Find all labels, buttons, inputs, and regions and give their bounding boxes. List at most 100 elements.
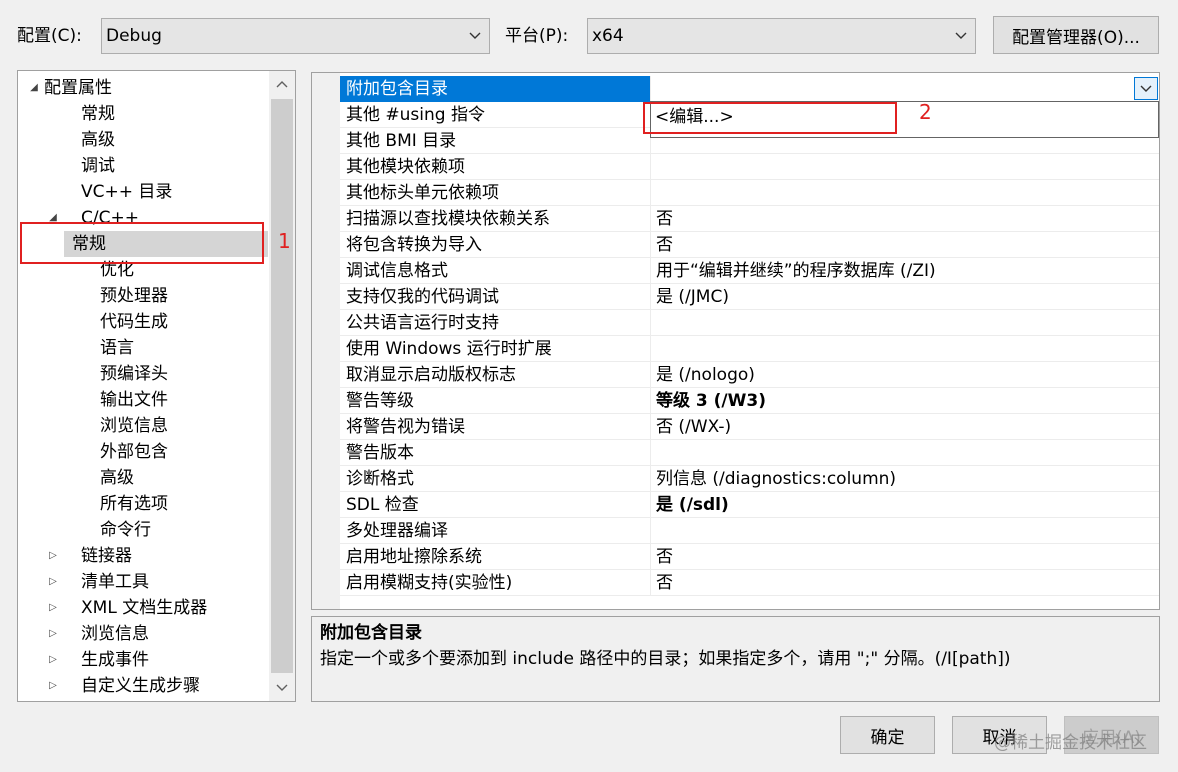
tree-item-label: 外部包含	[100, 442, 168, 462]
tree-item[interactable]: ▷ 链接器	[18, 543, 268, 569]
property-value: 是 (/JMC)	[656, 287, 729, 307]
property-row[interactable]: 附加包含目录	[340, 76, 1159, 102]
property-name: 启用模糊支持(实验性)	[346, 573, 513, 593]
dropdown-toggle-button[interactable]	[1134, 77, 1158, 100]
config-select[interactable]: Debug	[101, 18, 490, 54]
tree-item[interactable]: ▷ 浏览信息	[18, 621, 268, 647]
tree-item[interactable]: ▷ XML 文档生成器	[18, 595, 268, 621]
property-row[interactable]: SDL 检查 是 (/sdl)	[340, 492, 1159, 518]
tree-item[interactable]: 预处理器	[18, 283, 268, 309]
annotation-marker-2: 2	[919, 100, 932, 124]
tree-item[interactable]: 命令行	[18, 517, 268, 543]
property-row[interactable]: 支持仅我的代码调试 是 (/JMC)	[340, 284, 1159, 310]
tree-item-label: 预处理器	[100, 286, 168, 306]
tree-item-label: 调试	[81, 156, 115, 176]
property-row[interactable]: 公共语言运行时支持	[340, 310, 1159, 336]
property-name: 使用 Windows 运行时扩展	[346, 339, 552, 359]
tree-item-label: 所有选项	[100, 494, 168, 514]
column-divider	[650, 336, 651, 362]
description-title: 附加包含目录	[320, 623, 422, 643]
config-manager-button[interactable]: 配置管理器(O)...	[993, 16, 1159, 54]
tree-item[interactable]: 预编译头	[18, 361, 268, 387]
column-divider	[650, 440, 651, 466]
property-row[interactable]: 其他模块依赖项	[340, 154, 1159, 180]
chevron-down-icon	[947, 32, 975, 40]
scroll-down-icon[interactable]	[269, 675, 295, 701]
column-divider	[650, 76, 651, 102]
config-label: 配置(C):	[17, 26, 82, 46]
tree-item-label: 清单工具	[81, 572, 149, 592]
tree-item[interactable]: 高级	[18, 465, 268, 491]
property-row[interactable]: 警告等级 等级 3 (/W3)	[340, 388, 1159, 414]
property-row[interactable]: 将包含转换为导入 否	[340, 232, 1159, 258]
grid-gutter	[312, 73, 340, 609]
tree-item-label: XML 文档生成器	[81, 598, 208, 618]
collapsed-triangle-icon[interactable]: ▷	[47, 569, 59, 595]
annotation-box-2	[643, 102, 897, 134]
property-name: SDL 检查	[346, 495, 419, 515]
collapsed-triangle-icon[interactable]: ▷	[47, 595, 59, 621]
tree-item[interactable]: 输出文件	[18, 387, 268, 413]
property-row[interactable]: 启用地址擦除系统 否	[340, 544, 1159, 570]
scroll-thumb[interactable]	[271, 99, 293, 673]
property-name: 将包含转换为导入	[346, 235, 482, 255]
tree-item[interactable]: 代码生成	[18, 309, 268, 335]
tree-item[interactable]: 外部包含	[18, 439, 268, 465]
tree-item[interactable]: 浏览信息	[18, 413, 268, 439]
tree-item[interactable]: ▷ 生成事件	[18, 647, 268, 673]
config-value: Debug	[106, 26, 162, 46]
collapsed-triangle-icon[interactable]: ▷	[47, 543, 59, 569]
property-value: 是 (/nologo)	[656, 365, 755, 385]
property-row[interactable]: 扫描源以查找模块依赖关系 否	[340, 206, 1159, 232]
property-value: 否 (/WX-)	[656, 417, 732, 437]
property-row[interactable]: 警告版本	[340, 440, 1159, 466]
tree-item[interactable]: ▷ 自定义生成步骤	[18, 673, 268, 699]
collapsed-triangle-icon[interactable]: ▷	[47, 621, 59, 647]
tree-scrollbar[interactable]	[269, 71, 295, 701]
collapsed-triangle-icon[interactable]: ▷	[47, 673, 59, 699]
property-row[interactable]: 取消显示启动版权标志 是 (/nologo)	[340, 362, 1159, 388]
property-tree[interactable]: ◢ 配置属性 常规 高级 调试 VC++ 目录 ◢ C/C++ 常规 优化 预处理器 代码生成 语言 预编…	[17, 70, 296, 702]
property-value: 用于“编辑并继续”的程序数据库 (/ZI)	[656, 261, 936, 281]
platform-select[interactable]: x64	[587, 18, 976, 54]
column-divider	[650, 154, 651, 180]
property-row[interactable]: 调试信息格式 用于“编辑并继续”的程序数据库 (/ZI)	[340, 258, 1159, 284]
tree-item[interactable]: 调试	[18, 153, 268, 179]
tree-item-label: 生成事件	[81, 650, 149, 670]
tree-item-label: 高级	[100, 468, 134, 488]
property-row[interactable]: 使用 Windows 运行时扩展	[340, 336, 1159, 362]
property-name: 诊断格式	[346, 469, 414, 489]
tree-item[interactable]: 所有选项	[18, 491, 268, 517]
watermark-text: @稀土掘金技术社区	[994, 733, 1147, 753]
tree-item[interactable]: 语言	[18, 335, 268, 361]
property-name: 其他模块依赖项	[346, 157, 465, 177]
tree-item[interactable]: 常规	[18, 101, 268, 127]
property-name: 取消显示启动版权标志	[346, 365, 516, 385]
tree-item[interactable]: VC++ 目录	[18, 179, 268, 205]
property-row[interactable]: 将警告视为错误 否 (/WX-)	[340, 414, 1159, 440]
property-row[interactable]: 诊断格式 列信息 (/diagnostics:column)	[340, 466, 1159, 492]
property-value: 等级 3 (/W3)	[656, 391, 766, 411]
expanded-triangle-icon[interactable]: ◢	[28, 75, 40, 101]
description-panel: 附加包含目录 指定一个或多个要添加到 include 路径中的目录；如果指定多个…	[311, 616, 1160, 702]
tree-item[interactable]: ◢ 配置属性	[18, 75, 268, 101]
tree-item[interactable]: ▷ 清单工具	[18, 569, 268, 595]
ok-button[interactable]: 确定	[840, 716, 935, 754]
column-divider	[650, 544, 651, 570]
property-name: 支持仅我的代码调试	[346, 287, 499, 307]
column-divider	[650, 284, 651, 310]
tree-item-label: 链接器	[81, 546, 132, 566]
scroll-up-icon[interactable]	[269, 71, 295, 97]
property-name: 其他 #using 指令	[346, 105, 485, 125]
annotation-marker-1: 1	[278, 229, 291, 253]
tree-item[interactable]: 高级	[18, 127, 268, 153]
property-value: 否	[656, 573, 673, 593]
annotation-box-1	[20, 222, 264, 264]
collapsed-triangle-icon[interactable]: ▷	[47, 647, 59, 673]
property-row[interactable]: 启用模糊支持(实验性) 否	[340, 570, 1159, 596]
property-grid[interactable]: 附加包含目录 其他 #using 指令 其他 BMI 目录 其他模块依赖项 其他标头单元…	[311, 72, 1160, 610]
property-name: 公共语言运行时支持	[346, 313, 499, 333]
property-row[interactable]: 其他标头单元依赖项	[340, 180, 1159, 206]
property-name: 附加包含目录	[340, 76, 650, 102]
property-row[interactable]: 多处理器编译	[340, 518, 1159, 544]
